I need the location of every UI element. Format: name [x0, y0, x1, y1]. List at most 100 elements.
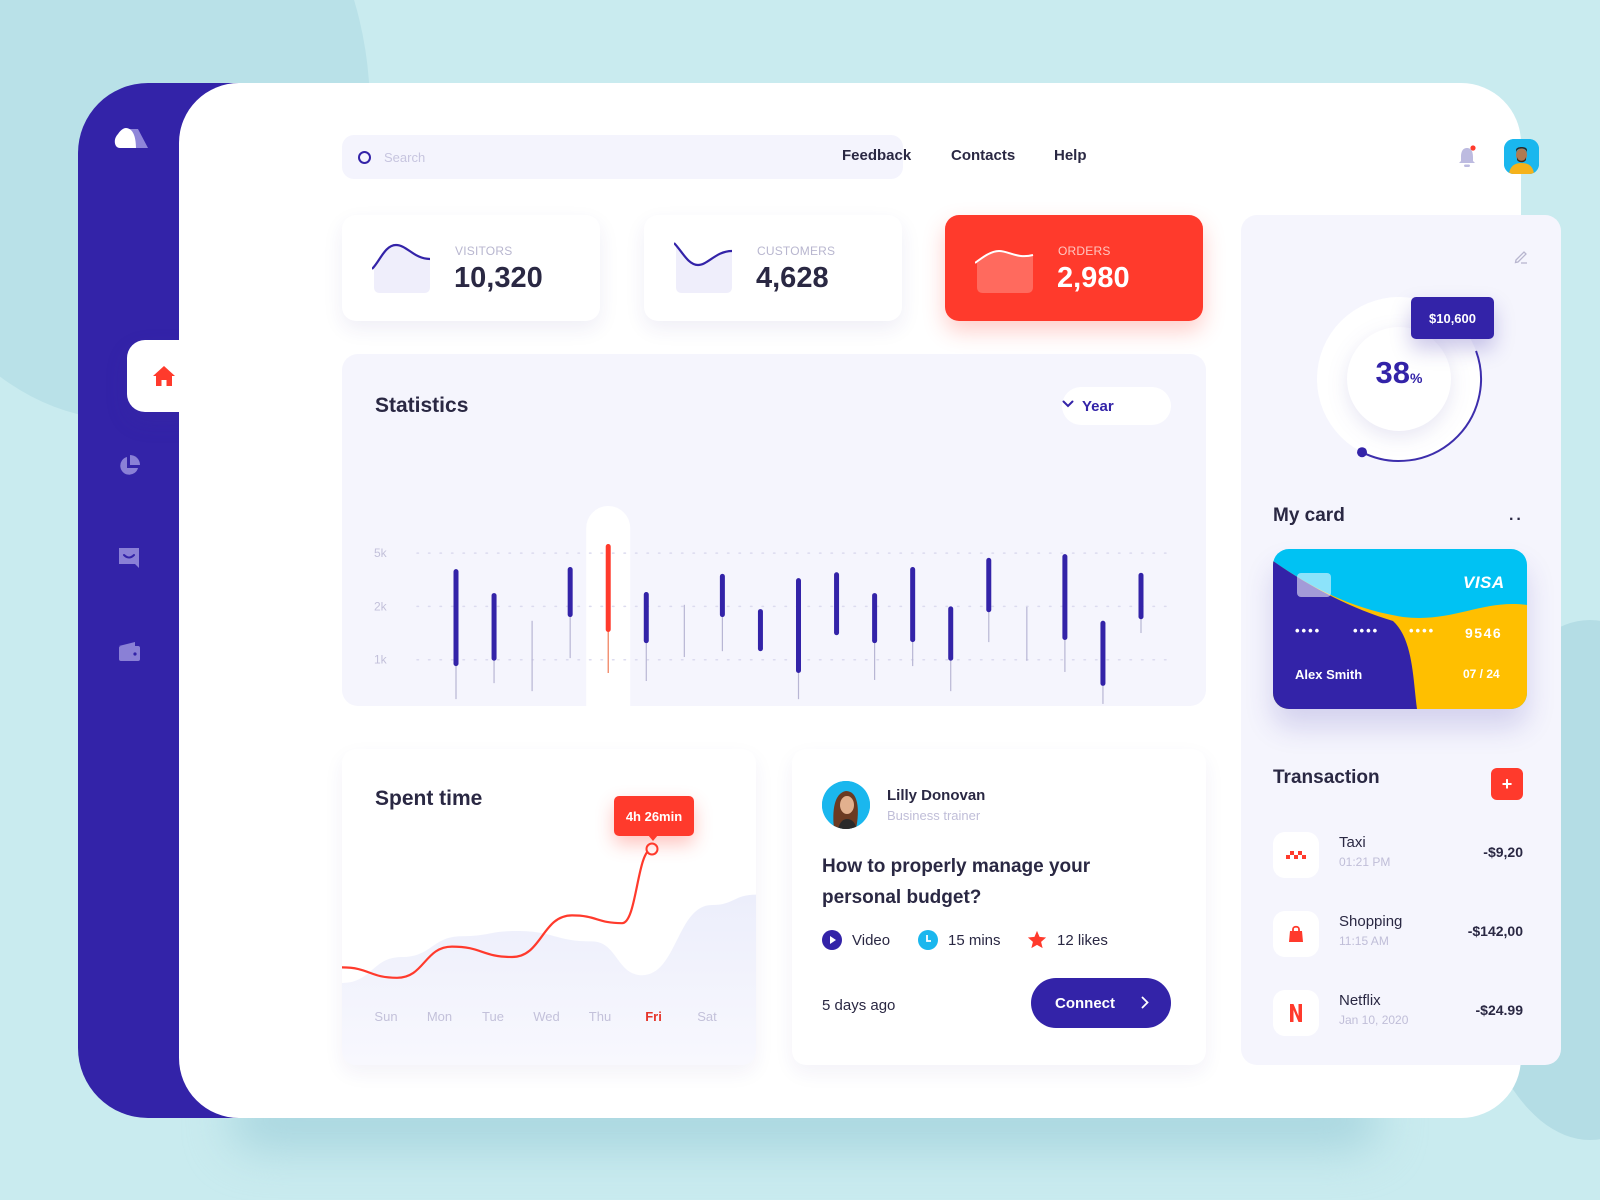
visitors-sparkline-icon [372, 243, 431, 293]
kpi-value: 2,980 [1057, 262, 1130, 294]
candle-body [872, 593, 878, 644]
article-duration: 15 mins [918, 930, 1001, 950]
customers-sparkline-icon [674, 242, 733, 293]
connect-button-label: Connect [1055, 994, 1115, 1012]
card-holder: Alex Smith [1295, 667, 1363, 682]
transaction-name: Netflix [1339, 992, 1381, 1009]
netflix-icon [1273, 990, 1319, 1036]
candle [1100, 620, 1106, 704]
kpi-card-orders[interactable]: ORDERS 2,980 [945, 215, 1203, 321]
nav-link-contacts[interactable]: Contacts [951, 147, 1015, 164]
notification-bell-icon[interactable] [1457, 145, 1477, 169]
article-likes-label: 12 likes [1057, 931, 1108, 949]
kpi-label: CUSTOMERS [757, 244, 836, 258]
orders-sparkline-icon [975, 249, 1034, 293]
period-select[interactable]: Year [1062, 387, 1171, 425]
edit-pencil-icon[interactable] [1513, 249, 1529, 265]
kpi-label: ORDERS [1058, 244, 1111, 258]
candle-body [910, 566, 916, 643]
more-options-button[interactable]: ·· [1509, 511, 1524, 529]
progress-handle [1357, 447, 1368, 458]
candle [948, 606, 954, 692]
user-avatar-image [1504, 139, 1539, 174]
article-title[interactable]: How to properly manage your personal bud… [822, 851, 1122, 913]
day-label: Sun [374, 1009, 397, 1024]
kpi-card-customers[interactable]: CUSTOMERS 4,628 [644, 215, 902, 321]
card-last4: 9546 [1465, 625, 1503, 641]
nav-link-feedback[interactable]: Feedback [842, 147, 911, 164]
candle [453, 569, 459, 700]
balance-tag: $10,600 [1411, 297, 1494, 339]
kpi-label: VISITORS [455, 244, 513, 258]
chevron-right-icon [1141, 996, 1149, 1009]
progress-percent: 38% [1313, 355, 1485, 391]
user-avatar[interactable] [1504, 139, 1539, 174]
plus-icon: + [1501, 773, 1513, 794]
clock-icon [918, 930, 938, 950]
author-role: Business trainer [887, 808, 981, 823]
candle-body [719, 573, 725, 618]
candle [872, 593, 878, 680]
article-likes: 12 likes [1027, 930, 1108, 950]
candle-body [643, 592, 649, 644]
candle-body [567, 566, 573, 618]
credit-card[interactable]: VISA •••• •••• •••• 9546 Alex Smith 07 /… [1273, 549, 1527, 709]
day-label: Fri [645, 1009, 662, 1024]
candle [757, 609, 763, 652]
spent-time-tooltip: 4h 26min [614, 796, 694, 841]
day-label: Wed [533, 1009, 560, 1024]
candle-body [948, 606, 954, 661]
article-card: Lilly Donovan Business trainer How to pr… [792, 749, 1206, 1065]
candle [834, 572, 840, 636]
statistics-panel: 01k2k5kNovDecJanFebMarAprMayJun Statisti… [342, 354, 1206, 706]
candle-body [986, 557, 992, 613]
search-input[interactable] [384, 149, 864, 165]
candle-body [834, 572, 840, 636]
nav-link-help[interactable]: Help [1054, 147, 1087, 164]
message-icon [119, 548, 139, 568]
transaction-name: Taxi [1339, 834, 1366, 851]
transaction-time: 11:15 AM [1339, 934, 1389, 948]
add-transaction-button[interactable]: + [1491, 768, 1523, 800]
candle-body [491, 593, 497, 661]
candle [719, 573, 725, 652]
shopping-bag-icon [1273, 911, 1319, 957]
wallet-icon [119, 642, 140, 661]
transaction-time: Jan 10, 2020 [1339, 1013, 1409, 1027]
notification-dot [1470, 145, 1476, 151]
home-icon [152, 366, 175, 386]
article-type-label: Video [852, 931, 891, 949]
connect-button[interactable]: Connect [1031, 978, 1171, 1028]
app-window: Feedback Contacts Help VISITORS 10,32 [78, 83, 1561, 1118]
sidebar-item-analytics[interactable] [116, 453, 142, 479]
transaction-amount: -$142,00 [1467, 923, 1523, 939]
transaction-time: 01:21 PM [1339, 855, 1391, 869]
sidebar-item-messages[interactable] [116, 545, 142, 571]
author-name: Lilly Donovan [887, 787, 986, 804]
card-number-group: •••• [1353, 623, 1380, 638]
day-label: Tue [482, 1009, 504, 1024]
logo-icon[interactable] [114, 125, 150, 151]
pie-chart-icon [120, 455, 140, 475]
spent-time-title: Spent time [375, 787, 483, 810]
transaction-row[interactable]: Netflix Jan 10, 2020 -$24.99 [1273, 990, 1523, 1038]
kpi-value: 4,628 [756, 262, 829, 294]
transaction-row[interactable]: Taxi 01:21 PM -$9,20 [1273, 832, 1523, 880]
statistics-title: Statistics [375, 394, 469, 417]
y-tick-label: 1k [374, 653, 388, 667]
transaction-row[interactable]: Shopping 11:15 AM -$142,00 [1273, 911, 1523, 959]
author-avatar[interactable] [822, 781, 870, 829]
candle-body [605, 544, 611, 632]
period-select-value: Year [1082, 397, 1114, 415]
kpi-value: 10,320 [454, 262, 543, 294]
article-duration-label: 15 mins [948, 931, 1001, 949]
sidebar-item-wallet[interactable] [116, 638, 142, 664]
candle-body [757, 609, 763, 652]
article-type: Video [822, 930, 890, 950]
search-bar[interactable] [342, 135, 903, 179]
kpi-card-visitors[interactable]: VISITORS 10,320 [342, 215, 600, 321]
y-tick-label: 5k [374, 546, 388, 560]
article-posted-time: 5 days ago [822, 997, 896, 1014]
transaction-amount: -$24.99 [1475, 1002, 1523, 1018]
candle [910, 566, 916, 667]
